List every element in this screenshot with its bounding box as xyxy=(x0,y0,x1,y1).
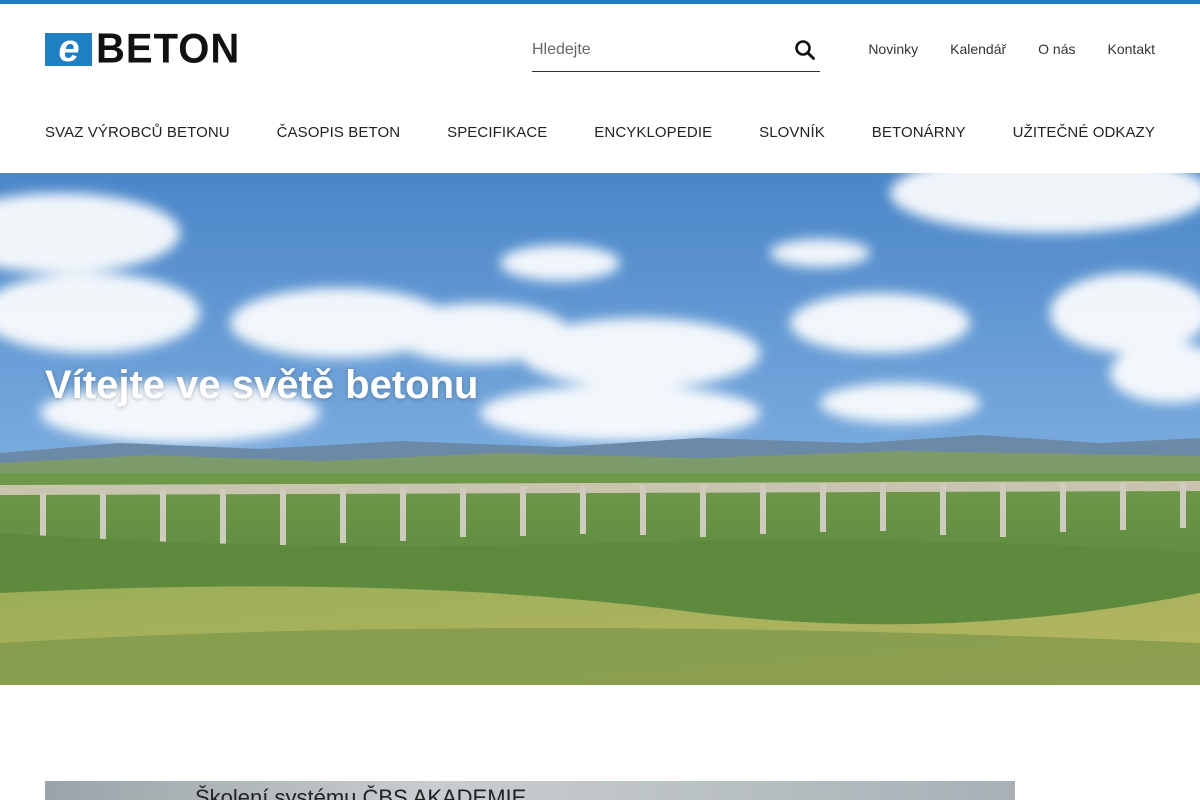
main-nav: SVAZ VÝROBCŮ BETONU ČASOPIS BETON SPECIF… xyxy=(45,124,1155,141)
top-accent-bar xyxy=(0,0,1200,4)
main-nav-casopis[interactable]: ČASOPIS BETON xyxy=(277,124,401,141)
logo-wordmark: BETON xyxy=(96,25,241,73)
hero-title: Vítejte ve světě betonu xyxy=(45,363,479,407)
search-icon[interactable] xyxy=(794,39,816,61)
main-nav-specifikace[interactable]: SPECIFIKACE xyxy=(447,124,547,141)
hero-banner: Vítejte ve světě betonu xyxy=(0,173,1200,685)
util-nav-o-nas[interactable]: O nás xyxy=(1038,41,1075,57)
logo[interactable]: e BETON xyxy=(45,25,241,73)
logo-e-mark: e xyxy=(45,30,92,68)
teaser-title: Školení systému ČBS AKADEMIE xyxy=(195,785,527,800)
hero-landscape-image xyxy=(0,173,1200,685)
util-nav-kontakt[interactable]: Kontakt xyxy=(1108,41,1155,57)
news-teaser-image[interactable]: Školení systému ČBS AKADEMIE xyxy=(45,781,1015,800)
search-box xyxy=(532,30,820,72)
main-nav-svaz[interactable]: SVAZ VÝROBCŮ BETONU xyxy=(45,124,230,141)
util-nav-kalendar[interactable]: Kalendář xyxy=(950,41,1006,57)
search-input[interactable] xyxy=(532,38,782,62)
main-nav-odkazy[interactable]: UŽITEČNÉ ODKAZY xyxy=(1013,124,1155,141)
main-nav-betonarny[interactable]: BETONÁRNY xyxy=(872,124,966,141)
utility-nav: Novinky Kalendář O nás Kontakt xyxy=(868,41,1155,57)
util-nav-novinky[interactable]: Novinky xyxy=(868,41,918,57)
main-nav-slovnik[interactable]: SLOVNÍK xyxy=(759,124,825,141)
main-nav-encyklopedie[interactable]: ENCYKLOPEDIE xyxy=(594,124,712,141)
